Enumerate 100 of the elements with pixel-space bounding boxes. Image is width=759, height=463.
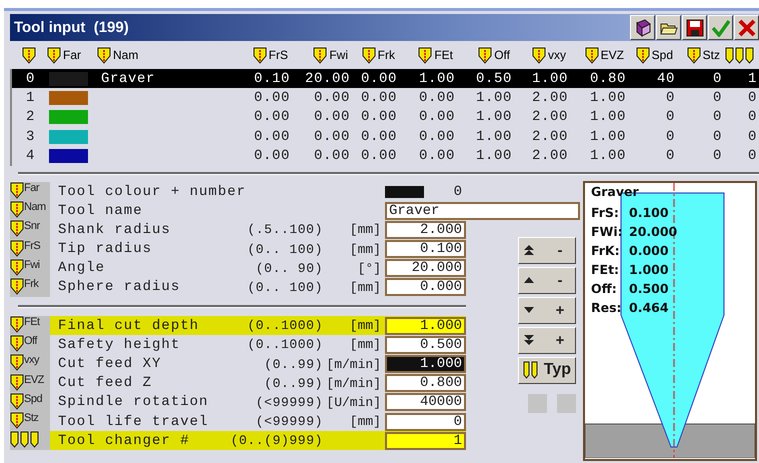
field-label: Final cut depth xyxy=(57,318,200,334)
table-cell-text: 0.00 xyxy=(312,148,350,164)
tool-icon xyxy=(10,374,24,391)
step-button[interactable]: + xyxy=(518,326,576,354)
table-cell-text: 1.00 xyxy=(474,148,512,164)
table-cell-text: 0 xyxy=(712,128,722,145)
table-cell-text: 0 xyxy=(712,70,722,87)
table-cell-text: 1.00 xyxy=(418,70,455,87)
field-label: Spindle rotation xyxy=(57,394,210,410)
input-field[interactable]: 40000 xyxy=(385,393,466,412)
table-cell-text: 0 xyxy=(664,90,675,106)
tool-icon xyxy=(10,392,24,410)
field-label: Tool colour + number xyxy=(57,184,248,200)
tool-icon xyxy=(10,220,24,238)
table-cell-text: 2 xyxy=(24,109,36,126)
readout-label: Off: xyxy=(591,280,618,296)
column-header: Stz xyxy=(702,48,720,62)
range-text: (0..99) xyxy=(264,376,323,391)
table-cell-text: 1.00 xyxy=(588,128,626,145)
icon-label: Far xyxy=(24,182,39,194)
table-cell-text: 1.00 xyxy=(588,109,626,126)
input-field[interactable]: 0.800 xyxy=(385,374,466,392)
tool-icon xyxy=(636,46,650,64)
input-field[interactable]: 0.000 xyxy=(385,278,466,296)
column-header: vxy xyxy=(548,48,566,62)
readout-value: 0.000 xyxy=(629,242,669,258)
table-cell-text: 0.00 xyxy=(312,90,350,106)
table-cell-text: 0 xyxy=(746,148,757,164)
table-cell-text: 0.00 xyxy=(252,109,290,126)
column-header: EVZ xyxy=(600,48,624,62)
input-field[interactable]: 20.000 xyxy=(385,259,466,278)
table-row[interactable]: 2 0.00 0.00 0.00 0.00 1.00 2.00 1.00 0 0 0 xyxy=(12,108,759,128)
column-header: FEt xyxy=(434,48,453,62)
table-cell-text: 0.00 xyxy=(418,90,455,106)
step-button[interactable]: + xyxy=(518,296,576,324)
column-header: Fwi xyxy=(329,48,348,62)
readout-value: 0.100 xyxy=(629,204,669,220)
tool-icon xyxy=(10,412,24,430)
icon-label: Stz xyxy=(24,412,38,424)
range-text: (0.. 100) xyxy=(247,280,323,295)
table-cell-text: 0.10 xyxy=(252,70,290,87)
double-up-arrow-icon xyxy=(523,244,535,256)
icon-label: vxy xyxy=(24,354,39,366)
readout-label: FrK: xyxy=(591,242,621,258)
input-field[interactable]: 2.000 xyxy=(385,220,466,239)
table-row[interactable]: 3 0.00 0.00 0.00 0.00 1.00 2.00 1.00 0 0 0 xyxy=(12,127,759,147)
table-row[interactable]: 0 Graver 0.10 20.00 0.00 1.00 0.50 1.00 0.80 40 0 1 xyxy=(12,69,759,88)
table-cell-text: 2.00 xyxy=(530,148,568,164)
open-folder-button[interactable] xyxy=(656,15,681,40)
range-text: (0..1000) xyxy=(247,318,323,334)
table-cell-text: 0.50 xyxy=(474,70,512,87)
close-button[interactable] xyxy=(734,15,759,40)
input-field[interactable]: 0.100 xyxy=(385,240,466,258)
input-field[interactable]: Graver xyxy=(385,202,580,220)
range-text: (0..1000) xyxy=(247,337,323,352)
tool-icon xyxy=(22,46,36,64)
range-text: (0.. 90) xyxy=(256,260,323,276)
type-button[interactable]: Typ xyxy=(518,356,576,384)
table-cell-text: 0 xyxy=(746,128,757,145)
field-label: Shank radius xyxy=(57,222,172,238)
tool-icon xyxy=(478,46,492,64)
table-cell-text: 0 xyxy=(24,70,36,87)
table-cell-text: 0 xyxy=(664,128,675,145)
column-header: Nam xyxy=(113,48,138,62)
field-label: Tool changer # xyxy=(57,432,191,449)
tool-icon xyxy=(686,46,701,64)
input-field[interactable]: 1 xyxy=(385,432,466,450)
range-text: (.5..100) xyxy=(247,222,323,238)
table-row[interactable]: 4 0.00 0.00 0.00 0.00 1.00 2.00 1.00 0 0 0 xyxy=(12,146,759,166)
input-field[interactable]: 1.000 xyxy=(385,355,466,374)
readout-value: 0.500 xyxy=(629,280,669,296)
color-swatch[interactable] xyxy=(385,186,424,198)
table-cell-text: 0 xyxy=(746,90,757,106)
table-cell-text: 0 xyxy=(712,148,722,164)
tool-changer-icon xyxy=(725,46,755,64)
tool-icon xyxy=(584,46,599,64)
tool-icon xyxy=(252,46,267,64)
field-label: Sphere radius xyxy=(57,279,182,296)
input-field[interactable]: 1.000 xyxy=(385,316,466,335)
icon-label: FrS xyxy=(24,240,40,252)
table-cell-text: 0.00 xyxy=(418,109,455,126)
field-label: Tool life travel xyxy=(57,414,210,430)
field-label: Angle xyxy=(57,260,106,276)
tool-icon xyxy=(10,335,24,352)
table-row[interactable]: 1 0.00 0.00 0.00 0.00 1.00 2.00 1.00 0 0 0 xyxy=(12,88,759,108)
table-cell-text: 0 xyxy=(712,109,722,126)
input-field[interactable]: 0 xyxy=(385,412,466,431)
icon-label: EVZ xyxy=(24,374,44,386)
input-field[interactable]: 0.500 xyxy=(385,336,466,354)
readout-value: 0.464 xyxy=(629,300,669,315)
window-title: Tool input (199) xyxy=(13,19,129,36)
step-button[interactable]: - xyxy=(518,266,576,294)
icon-label: Frk xyxy=(24,278,38,290)
table-cell-text: 0.00 xyxy=(252,90,290,106)
step-button[interactable]: - xyxy=(518,236,576,264)
unit-text: [m/min] xyxy=(325,356,381,372)
save-floppy-button[interactable] xyxy=(682,15,707,40)
column-header: Frk xyxy=(378,48,395,62)
checkmark-button[interactable] xyxy=(708,15,733,40)
readout-value: 20.000 xyxy=(629,224,678,239)
